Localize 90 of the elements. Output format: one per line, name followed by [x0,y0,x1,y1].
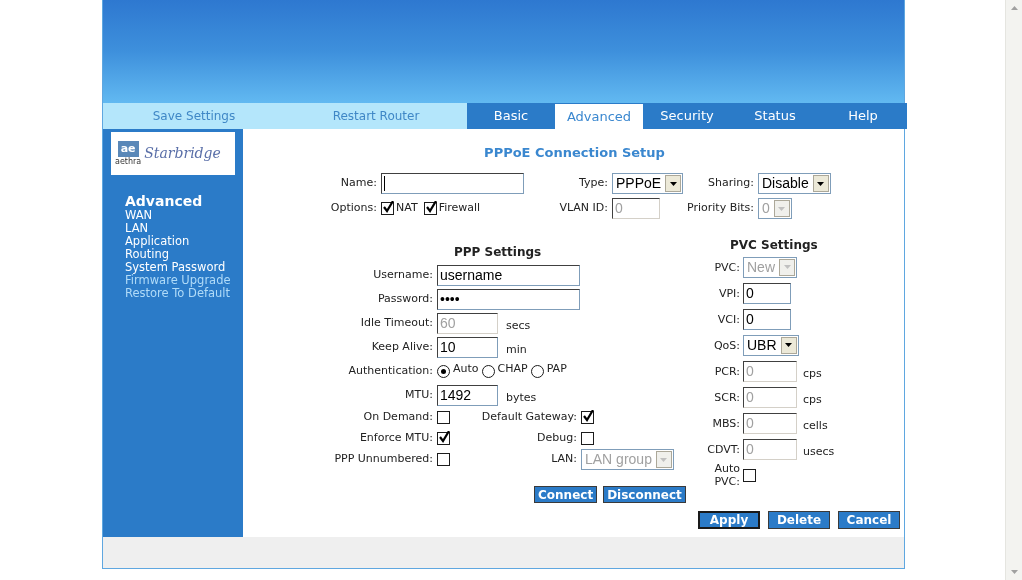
field-label: On Demand: [362,409,434,426]
input-field[interactable]: 0 [743,282,791,304]
sidebar-link[interactable]: LAN [125,222,243,235]
field-label: Options: [329,200,378,217]
checkbox[interactable] [743,468,756,482]
input-field[interactable] [381,173,524,194]
section-heading: PPP Settings [453,244,543,261]
action-button[interactable]: Connect [534,486,598,503]
option-label: Firewall [438,200,481,217]
tab[interactable]: Basic [467,103,555,129]
caret-icon [660,457,668,462]
input-field[interactable]: 1492 [437,384,498,406]
tab[interactable]: Help [819,103,907,129]
option-label: NAT [396,200,418,217]
checkbox[interactable] [581,411,594,424]
unit-label: min [505,341,527,358]
caret-icon [669,181,677,186]
page-title: PPPoE Connection Setup [483,144,666,162]
tab[interactable]: Advanced [555,104,643,130]
field-label: SCR: [713,390,741,404]
field-label: Username: [372,266,434,283]
input-field[interactable]: username [437,264,580,286]
logo-product: Starbridge [144,144,221,163]
option-label: Auto [453,361,479,378]
tab[interactable]: Status [731,103,819,129]
field-label: Idle Timeout: [359,314,434,331]
unit-label: secs [505,317,531,334]
radio-button[interactable] [481,364,495,378]
field-label: Name: [339,175,378,192]
caret-icon [778,206,786,211]
sidebar-link[interactable]: Application [125,235,243,248]
checkbox[interactable] [437,453,450,466]
field-label: Default Gateway: [480,409,578,426]
caret-icon [817,181,825,186]
checkbox[interactable] [423,202,437,215]
tab[interactable]: Security [643,103,731,129]
nav-link[interactable]: Save Settings [103,103,285,129]
field-label: Sharing: [707,175,755,192]
caret-icon [785,343,793,347]
field-label: MTU: [404,386,434,403]
field-label: Enforce MTU: [358,430,434,447]
radio-button[interactable] [437,364,450,378]
action-button[interactable]: Cancel [838,511,900,529]
field-label: VPI: [717,286,741,300]
field-label: Priority Bits: [686,200,755,217]
field-label: VCI: [716,312,741,326]
action-button[interactable]: Delete [768,511,830,529]
checkbox[interactable] [581,432,594,445]
radio-button[interactable] [530,364,544,378]
field-label: LAN: [550,451,578,468]
checkbox[interactable] [381,202,394,215]
field-label: PPP Unnumbered: [333,451,434,468]
field-label: MBS: [711,416,741,430]
sidebar-link[interactable]: WAN [125,209,243,222]
checkbox[interactable] [437,432,450,445]
unit-label: cps [802,365,822,382]
field-label: PVC: [713,260,741,274]
field-label: QoS: [712,338,741,352]
field-label: PCR: [713,364,741,378]
field-label: Debug: [536,430,578,447]
dropdown[interactable]: PPPoE [612,173,684,194]
logo-mark: ae [117,140,139,157]
sidebar-heading: Advanced [125,193,204,209]
field-label: Auto PVC: [713,462,741,488]
option-label: PAP [546,361,567,378]
input-field[interactable]: 0 [743,308,791,330]
sidebar-link[interactable]: Routing [125,248,243,261]
checkbox[interactable] [437,411,450,424]
sidebar-link[interactable]: System Password [125,261,243,274]
unit-label: bytes [505,389,537,406]
input-field[interactable]: •••• [437,288,580,310]
logo-brand: aethra [115,156,142,167]
field-label: CDVT: [706,442,741,456]
action-button[interactable]: Disconnect [603,486,686,503]
field-label: Authentication: [347,362,434,379]
field-label: Type: [578,175,609,192]
option-label: CHAP [497,361,528,378]
action-button[interactable]: Apply [698,511,760,529]
dropdown[interactable]: UBR [743,334,799,356]
dropdown[interactable]: Disable [758,173,831,194]
section-heading: PVC Settings [730,237,818,254]
field-label: Keep Alive: [370,338,434,355]
unit-label: cells [802,417,828,434]
caret-icon [783,265,791,269]
unit-label: usecs [802,443,835,460]
unit-label: cps [802,391,822,408]
field-label: VLAN ID: [558,200,609,217]
input-field[interactable]: 10 [437,336,498,358]
field-label: Password: [376,290,434,307]
nav-link[interactable]: Restart Router [285,103,467,129]
